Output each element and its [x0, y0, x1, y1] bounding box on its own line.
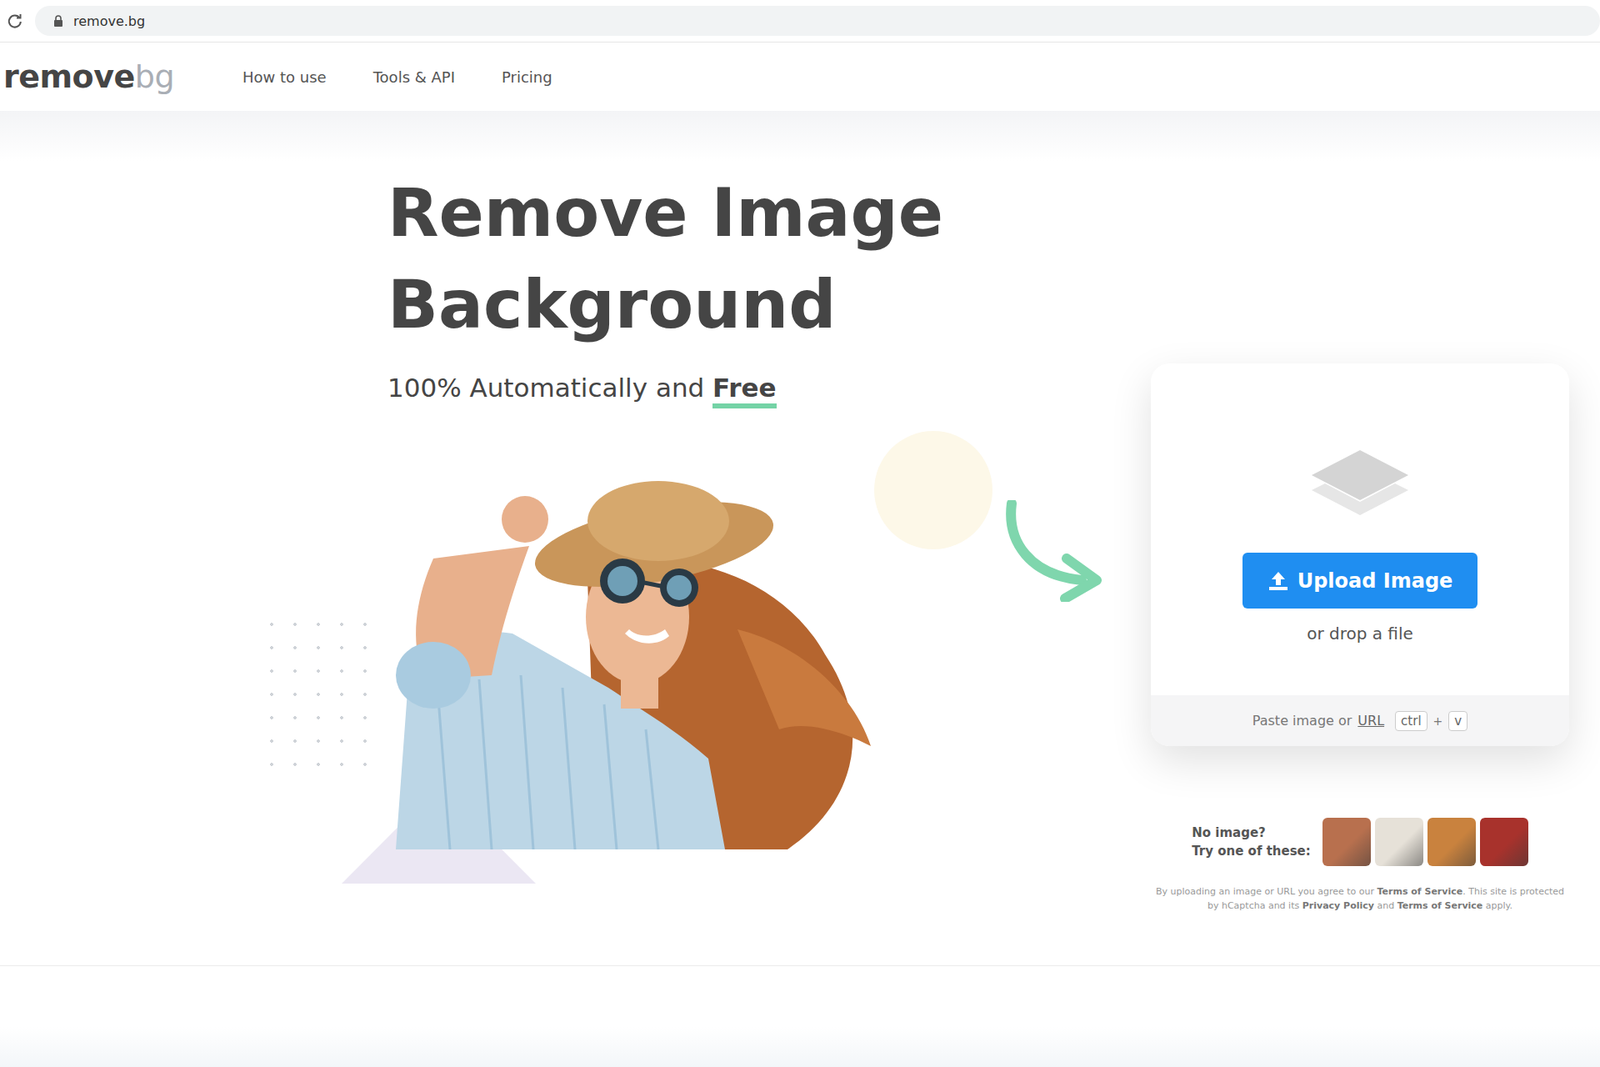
url-link[interactable]: URL	[1357, 712, 1385, 729]
sample-thumbnail[interactable]	[1427, 817, 1476, 866]
sample-images: No image?Try one of these:	[1191, 817, 1529, 866]
browser-bar: remove.bg	[0, 0, 1600, 43]
samples-label: No image?Try one of these:	[1191, 823, 1311, 860]
logo[interactable]: removebg	[3, 58, 175, 95]
upload-icon	[1267, 570, 1290, 592]
hero: Remove ImageBackground 100% Automatically…	[0, 110, 1600, 966]
hero-title: Remove ImageBackground	[387, 167, 1151, 351]
sample-thumbnail[interactable]	[1480, 817, 1529, 866]
hero-subtitle: 100% Automatically and Free	[387, 369, 1151, 409]
hero-left: Remove ImageBackground 100% Automatically…	[0, 110, 1151, 965]
key-cap: v	[1448, 710, 1468, 731]
sample-thumbnail[interactable]	[1322, 817, 1371, 866]
nav-link[interactable]: Tools & API	[373, 68, 455, 86]
hero-right: Upload Imageor drop a filePaste image or…	[1150, 110, 1570, 965]
hero-art	[0, 408, 1151, 956]
paste-strip: Paste image orURLctrl+v	[1150, 695, 1570, 746]
hero-photo	[387, 479, 878, 850]
upload-card[interactable]: Upload Imageor drop a filePaste image or…	[1150, 363, 1570, 746]
layers-icon	[1311, 450, 1409, 517]
nav-link[interactable]: How to use	[242, 68, 327, 86]
drop-hint: or drop a file	[1306, 621, 1414, 645]
reload-icon[interactable]	[6, 12, 24, 30]
upload-image-button[interactable]: Upload Image	[1242, 552, 1478, 609]
site-nav: removebg How to use Tools & API Pricing	[0, 42, 1600, 111]
key-cap: ctrl	[1395, 710, 1427, 731]
legal-notice: By uploading an image or URL you agree t…	[1151, 884, 1569, 913]
lock-icon	[53, 15, 64, 28]
dot-grid	[260, 612, 378, 786]
page-footer	[0, 965, 1600, 1067]
url-text: remove.bg	[73, 13, 145, 30]
nav-link[interactable]: Pricing	[501, 68, 553, 86]
page: remove.bg removebg How to use Tools & API Pr…	[0, 0, 1600, 1067]
arrow-icon	[1005, 500, 1102, 602]
nav-links: How to use Tools & API Pricing	[242, 68, 553, 86]
sample-thumbnail[interactable]	[1375, 817, 1424, 866]
free-emphasis: Free	[712, 371, 777, 409]
circle-shape	[874, 430, 993, 550]
address-bar[interactable]: remove.bg	[35, 5, 1600, 36]
